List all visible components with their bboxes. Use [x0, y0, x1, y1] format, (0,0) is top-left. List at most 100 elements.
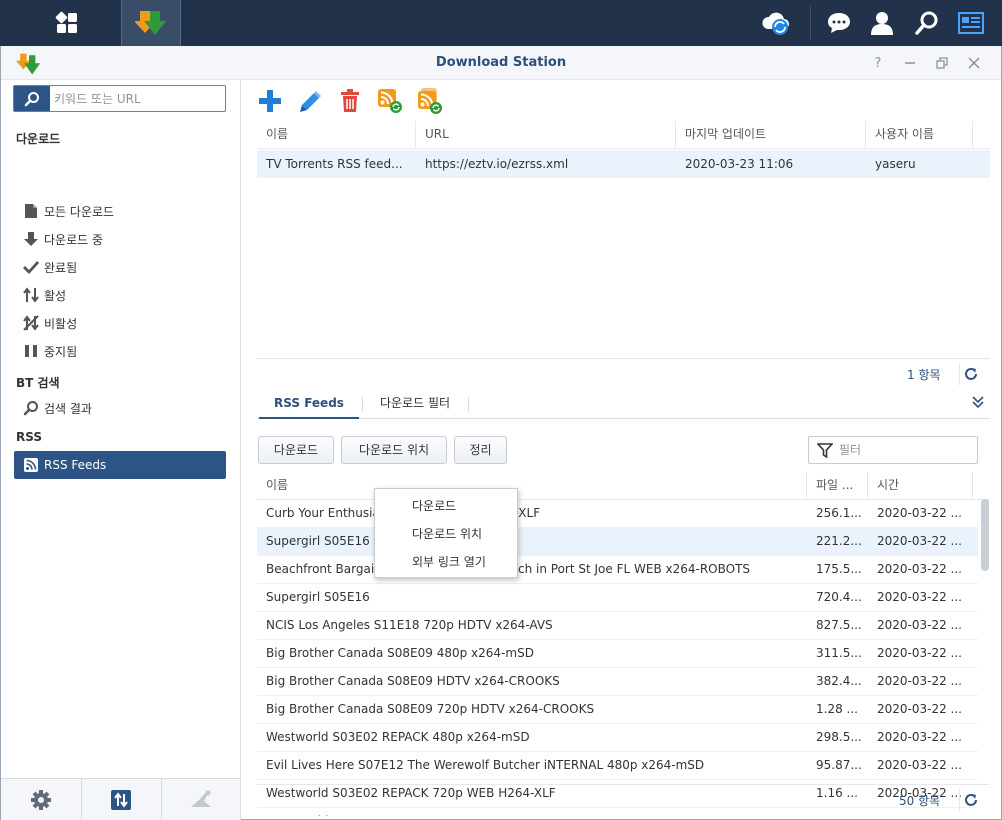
detail-tabs: RSS Feeds 다운로드 필터	[257, 389, 990, 419]
section-downloads: 다운로드	[16, 132, 61, 146]
main-menu-button[interactable]	[40, 0, 94, 46]
sidebar-item-paused[interactable]: 중지됨	[14, 338, 226, 364]
table-row[interactable]: Curb Your Enthusiasm S10E10 WEB H264-XLF…	[257, 500, 978, 528]
feed-username: yaseru	[875, 157, 916, 171]
main-panel: 이름 URL 마지막 업데이트 사용자 이름 TV Torrents RSS f…	[241, 80, 1001, 820]
refresh-all-feeds-button[interactable]	[417, 88, 443, 114]
section-rss: RSS	[16, 430, 42, 444]
item-time: 2020-03-22 ...	[877, 562, 962, 576]
table-row[interactable]: Evil Lives Here S07E12 The Werewolf Butc…	[257, 752, 978, 780]
filter-field	[808, 436, 978, 464]
items-list: Curb Your Enthusiasm S10E10 WEB H264-XLF…	[257, 500, 978, 816]
column-header-item-name[interactable]: 이름	[257, 472, 807, 500]
table-row[interactable]: Supergirl S05E16 221.2... 2020-03-22 ...	[257, 528, 978, 556]
column-header-last-update[interactable]: 마지막 업데이트	[676, 121, 866, 149]
edit-feed-button[interactable]	[297, 88, 323, 114]
minimize-button[interactable]	[899, 52, 921, 74]
sidebar-item-all-downloads[interactable]: 모든 다운로드	[14, 198, 226, 224]
sidebar-item-rss-feeds[interactable]: RSS Feeds	[14, 451, 226, 479]
sidebar-item-active[interactable]: 활성	[14, 282, 226, 308]
turtle-mode-button[interactable]	[161, 779, 241, 820]
filter-input[interactable]	[839, 441, 971, 459]
download-station-window: Download Station ? 다운로드	[0, 46, 1002, 820]
download-button[interactable]: 다운로드	[258, 436, 334, 464]
settings-button[interactable]	[1, 779, 81, 820]
search-input[interactable]	[54, 89, 222, 108]
download-station-icon	[135, 11, 166, 35]
column-header-file-size[interactable]: 파일 ...	[807, 472, 868, 500]
context-menu-download[interactable]: 다운로드	[375, 492, 517, 520]
sidebar-item-completed[interactable]: 완료됨	[14, 254, 226, 280]
trash-icon	[341, 89, 359, 112]
download-station-taskbar-button[interactable]	[121, 0, 181, 46]
chat-bubble-icon	[828, 13, 850, 33]
table-row[interactable]: Big Brother Canada S08E09 720p HDTV x264…	[257, 696, 978, 724]
column-header-username[interactable]: 사용자 이름	[866, 121, 973, 149]
item-time: 2020-03-22 ...	[877, 730, 962, 744]
feed-name: TV Torrents RSS feed...	[266, 157, 403, 171]
table-row[interactable]: NCIS Los Angeles S11E18 720p HDTV x264-A…	[257, 612, 978, 640]
user-icon	[871, 12, 893, 35]
cleanup-button[interactable]: 정리	[454, 436, 507, 464]
cloud-sync-icon	[762, 12, 789, 35]
sidebar-item-search-results[interactable]: 검색 결과	[14, 395, 226, 421]
context-menu-open-external-link[interactable]: 외부 링크 열기	[375, 548, 517, 576]
item-size: 827.5...	[816, 618, 862, 632]
context-menu-download-location[interactable]: 다운로드 위치	[375, 520, 517, 548]
tab-rss-feeds[interactable]: RSS Feeds	[259, 389, 359, 419]
inactive-icon	[22, 314, 40, 332]
plus-icon	[259, 90, 281, 112]
collapse-panel-button[interactable]	[971, 395, 985, 412]
speed-limit-icon	[191, 790, 211, 807]
column-header-time[interactable]: 시간	[868, 472, 973, 500]
user-button[interactable]	[862, 0, 902, 46]
refresh-icon	[964, 368, 977, 380]
feeds-refresh-button[interactable]	[959, 363, 981, 385]
refresh-feed-button[interactable]	[377, 88, 403, 114]
sidebar-item-downloading[interactable]: 다운로드 중	[14, 226, 226, 252]
sidebar-item-label: 모든 다운로드	[44, 204, 115, 219]
add-feed-button[interactable]	[257, 88, 283, 114]
search-field	[13, 85, 226, 112]
table-row[interactable]: Westworld S03E02 REPACK 480p x264-mSD 298…	[257, 724, 978, 752]
item-name-tail: ch in Port St Joe FL WEB x264-ROBOTS	[518, 562, 751, 576]
download-location-button[interactable]: 다운로드 위치	[341, 436, 447, 464]
item-size: 382.4...	[816, 674, 862, 688]
item-name: NCIS Los Angeles S11E18 720p HDTV x264-A…	[266, 618, 553, 632]
rss-icon	[22, 456, 40, 474]
sidebar-item-label: 비활성	[44, 316, 78, 331]
column-header-name[interactable]: 이름	[257, 121, 416, 149]
sidebar-item-inactive[interactable]: 비활성	[14, 310, 226, 336]
notifications-button[interactable]	[818, 0, 860, 46]
items-grid-footer: 50 항목	[257, 784, 990, 814]
close-button[interactable]	[963, 52, 985, 74]
window-title: Download Station	[435, 55, 567, 70]
double-chevron-down-icon	[972, 396, 984, 409]
sidebar-item-label: 다운로드 중	[44, 232, 104, 247]
tab-download-filter[interactable]: 다운로드 필터	[365, 389, 465, 419]
search-taskbar-button[interactable]	[906, 0, 948, 46]
cloud-sync-button[interactable]	[755, 0, 797, 46]
table-row[interactable]: Big Brother Canada S08E09 HDTV x264-CROO…	[257, 668, 978, 696]
items-refresh-button[interactable]	[959, 789, 981, 811]
feed-row[interactable]: TV Torrents RSS feed... https://eztv.io/…	[257, 150, 990, 178]
items-scrollbar[interactable]	[981, 499, 989, 571]
delete-feed-button[interactable]	[337, 88, 363, 114]
item-name: Supergirl S05E16	[266, 534, 370, 548]
item-size: 256.1...	[816, 506, 862, 520]
help-button[interactable]: ?	[867, 52, 889, 74]
table-row[interactable]: Supergirl S05E16 720.4... 2020-03-22 ...	[257, 584, 978, 612]
column-header-url[interactable]: URL	[416, 121, 676, 149]
feed-url: https://eztv.io/ezrss.xml	[425, 157, 569, 171]
pencil-icon	[300, 91, 321, 112]
search-button[interactable]	[14, 86, 50, 111]
restore-button[interactable]	[931, 52, 953, 74]
item-size: 298.5...	[816, 730, 862, 744]
widgets-button[interactable]	[950, 0, 992, 46]
transfer-button[interactable]	[81, 779, 161, 820]
items-grid-header: 이름 파일 ... 시간	[257, 472, 990, 500]
table-row[interactable]: Big Brother Canada S08E09 480p x264-mSD 3…	[257, 640, 978, 668]
item-size: 311.5...	[816, 646, 862, 660]
table-row[interactable]: Beachfront Bargai 175.5... 2020-03-22 ... c…	[257, 556, 978, 584]
restore-icon	[936, 57, 948, 69]
